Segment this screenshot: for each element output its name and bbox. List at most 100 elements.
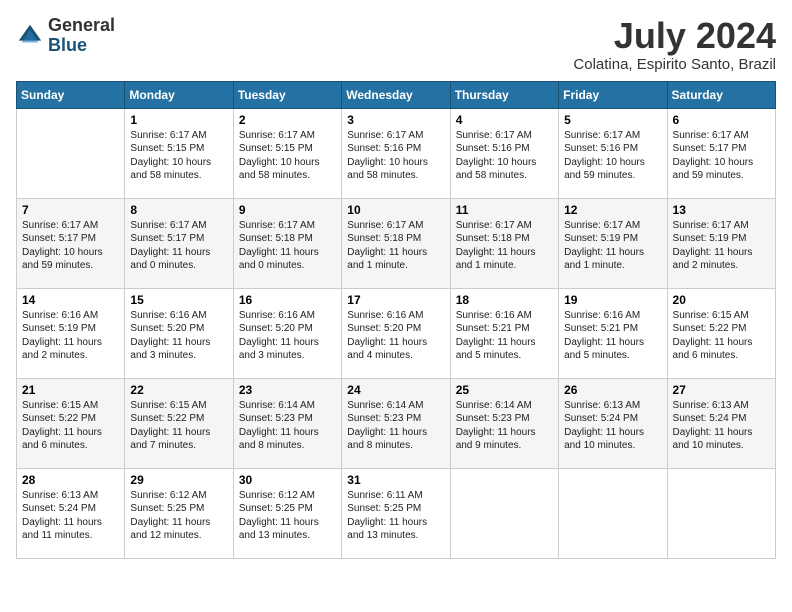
logo-blue-text: Blue: [48, 35, 87, 55]
day-number: 28: [22, 473, 119, 487]
week-row-3: 14Sunrise: 6:16 AMSunset: 5:19 PMDayligh…: [17, 288, 776, 378]
week-row-1: 1 Sunrise: 6:17 AMSunset: 5:15 PMDaylight…: [17, 108, 776, 198]
week-row-4: 21 Sunrise: 6:15 AMSunset: 5:22 PMDayligh…: [17, 378, 776, 468]
week-row-2: 7 Sunrise: 6:17 AMSunset: 5:17 PMDaylight…: [17, 198, 776, 288]
day-number: 31: [347, 473, 444, 487]
day-number: 14: [22, 293, 119, 307]
day-number: 26: [564, 383, 661, 397]
day-number: 25: [456, 383, 553, 397]
day-number: 4: [456, 113, 553, 127]
day-cell: 8Sunrise: 6:17 AMSunset: 5:17 PMDaylight…: [125, 198, 233, 288]
day-info: Sunrise: 6:17 AMSunset: 5:16 PMDaylight:…: [456, 129, 553, 183]
logo: General Blue: [16, 16, 115, 56]
day-cell: 28 Sunrise: 6:13 AMSunset: 5:24 PMDayligh…: [17, 468, 125, 558]
day-cell: 5 Sunrise: 6:17 AMSunset: 5:16 PMDaylight…: [559, 108, 667, 198]
day-cell: 9Sunrise: 6:17 AMSunset: 5:18 PMDaylight…: [233, 198, 341, 288]
day-cell: 1Sunrise: 6:17 AMSunset: 5:15 PMDaylight…: [125, 108, 233, 198]
day-number: 18: [456, 293, 553, 307]
day-number: 15: [130, 293, 227, 307]
day-info: Sunrise: 6:17 AMSunset: 5:18 PMDaylight:…: [347, 219, 444, 273]
day-cell: 20Sunrise: 6:15 AMSunset: 5:22 PMDayligh…: [667, 288, 775, 378]
day-info: Sunrise: 6:16 AMSunset: 5:20 PMDaylight:…: [130, 309, 227, 363]
weekday-saturday: Saturday: [667, 81, 775, 108]
day-info: Sunrise: 6:15 AMSunset: 5:22 PMDaylight:…: [22, 399, 119, 453]
calendar-table: SundayMondayTuesdayWednesdayThursdayFrid…: [16, 81, 776, 559]
weekday-tuesday: Tuesday: [233, 81, 341, 108]
day-cell: 29 Sunrise: 6:12 AMSunset: 5:25 PMDayligh…: [125, 468, 233, 558]
day-cell: 10 Sunrise: 6:17 AMSunset: 5:18 PMDayligh…: [342, 198, 450, 288]
day-cell: 19 Sunrise: 6:16 AMSunset: 5:21 PMDayligh…: [559, 288, 667, 378]
day-number: 27: [673, 383, 770, 397]
day-cell: 23 Sunrise: 6:14 AMSunset: 5:23 PMDayligh…: [233, 378, 341, 468]
day-info: Sunrise: 6:16 AMSunset: 5:21 PMDaylight:…: [564, 309, 661, 363]
day-cell: 7 Sunrise: 6:17 AMSunset: 5:17 PMDaylight…: [17, 198, 125, 288]
day-cell: 13 Sunrise: 6:17 AMSunset: 5:19 PMDayligh…: [667, 198, 775, 288]
day-number: 19: [564, 293, 661, 307]
day-number: 1: [130, 113, 227, 127]
day-info: Sunrise: 6:13 AMSunset: 5:24 PMDaylight:…: [22, 489, 119, 543]
month-year: July 2024: [573, 16, 776, 56]
day-cell: 4 Sunrise: 6:17 AMSunset: 5:16 PMDaylight…: [450, 108, 558, 198]
logo-icon: [16, 22, 44, 50]
day-info: Sunrise: 6:14 AMSunset: 5:23 PMDaylight:…: [456, 399, 553, 453]
weekday-monday: Monday: [125, 81, 233, 108]
day-cell: [17, 108, 125, 198]
day-info: Sunrise: 6:17 AMSunset: 5:15 PMDaylight:…: [239, 129, 336, 183]
day-info: Sunrise: 6:14 AMSunset: 5:23 PMDaylight:…: [347, 399, 444, 453]
day-cell: 11Sunrise: 6:17 AMSunset: 5:18 PMDayligh…: [450, 198, 558, 288]
day-cell: 16Sunrise: 6:16 AMSunset: 5:20 PMDayligh…: [233, 288, 341, 378]
day-cell: [559, 468, 667, 558]
day-number: 3: [347, 113, 444, 127]
day-cell: 17Sunrise: 6:16 AMSunset: 5:20 PMDayligh…: [342, 288, 450, 378]
day-info: Sunrise: 6:12 AMSunset: 5:25 PMDaylight:…: [130, 489, 227, 543]
day-number: 12: [564, 203, 661, 217]
day-cell: 14Sunrise: 6:16 AMSunset: 5:19 PMDayligh…: [17, 288, 125, 378]
weekday-wednesday: Wednesday: [342, 81, 450, 108]
day-info: Sunrise: 6:16 AMSunset: 5:20 PMDaylight:…: [347, 309, 444, 363]
day-info: Sunrise: 6:17 AMSunset: 5:16 PMDaylight:…: [564, 129, 661, 183]
day-info: Sunrise: 6:17 AMSunset: 5:17 PMDaylight:…: [22, 219, 119, 273]
day-cell: 21 Sunrise: 6:15 AMSunset: 5:22 PMDayligh…: [17, 378, 125, 468]
title-block: July 2024 Colatina, Espirito Santo, Braz…: [573, 16, 776, 73]
day-number: 6: [673, 113, 770, 127]
weekday-header-row: SundayMondayTuesdayWednesdayThursdayFrid…: [17, 81, 776, 108]
day-cell: 24Sunrise: 6:14 AMSunset: 5:23 PMDayligh…: [342, 378, 450, 468]
day-info: Sunrise: 6:13 AMSunset: 5:24 PMDaylight:…: [673, 399, 770, 453]
day-cell: 25 Sunrise: 6:14 AMSunset: 5:23 PMDayligh…: [450, 378, 558, 468]
day-cell: [450, 468, 558, 558]
logo-general-text: General: [48, 15, 115, 35]
day-cell: 18Sunrise: 6:16 AMSunset: 5:21 PMDayligh…: [450, 288, 558, 378]
day-number: 9: [239, 203, 336, 217]
day-cell: 31 Sunrise: 6:11 AMSunset: 5:25 PMDayligh…: [342, 468, 450, 558]
day-cell: 3 Sunrise: 6:17 AMSunset: 5:16 PMDaylight…: [342, 108, 450, 198]
day-info: Sunrise: 6:11 AMSunset: 5:25 PMDaylight:…: [347, 489, 444, 543]
calendar-body: 1 Sunrise: 6:17 AMSunset: 5:15 PMDaylight…: [17, 108, 776, 558]
day-cell: 12 Sunrise: 6:17 AMSunset: 5:19 PMDayligh…: [559, 198, 667, 288]
day-cell: 15 Sunrise: 6:16 AMSunset: 5:20 PMDayligh…: [125, 288, 233, 378]
day-cell: 6Sunrise: 6:17 AMSunset: 5:17 PMDaylight…: [667, 108, 775, 198]
weekday-thursday: Thursday: [450, 81, 558, 108]
day-number: 21: [22, 383, 119, 397]
day-cell: 26Sunrise: 6:13 AMSunset: 5:24 PMDayligh…: [559, 378, 667, 468]
day-info: Sunrise: 6:17 AMSunset: 5:17 PMDaylight:…: [130, 219, 227, 273]
day-info: Sunrise: 6:14 AMSunset: 5:23 PMDaylight:…: [239, 399, 336, 453]
page-header: General Blue July 2024 Colatina, Espirit…: [16, 16, 776, 73]
day-info: Sunrise: 6:17 AMSunset: 5:19 PMDaylight:…: [564, 219, 661, 273]
day-number: 7: [22, 203, 119, 217]
week-row-5: 28 Sunrise: 6:13 AMSunset: 5:24 PMDayligh…: [17, 468, 776, 558]
day-number: 10: [347, 203, 444, 217]
day-info: Sunrise: 6:16 AMSunset: 5:20 PMDaylight:…: [239, 309, 336, 363]
day-number: 23: [239, 383, 336, 397]
day-number: 22: [130, 383, 227, 397]
day-number: 13: [673, 203, 770, 217]
day-number: 29: [130, 473, 227, 487]
day-info: Sunrise: 6:17 AMSunset: 5:19 PMDaylight:…: [673, 219, 770, 273]
day-number: 2: [239, 113, 336, 127]
day-info: Sunrise: 6:17 AMSunset: 5:16 PMDaylight:…: [347, 129, 444, 183]
weekday-friday: Friday: [559, 81, 667, 108]
weekday-sunday: Sunday: [17, 81, 125, 108]
day-number: 11: [456, 203, 553, 217]
day-info: Sunrise: 6:12 AMSunset: 5:25 PMDaylight:…: [239, 489, 336, 543]
day-number: 5: [564, 113, 661, 127]
day-info: Sunrise: 6:15 AMSunset: 5:22 PMDaylight:…: [673, 309, 770, 363]
